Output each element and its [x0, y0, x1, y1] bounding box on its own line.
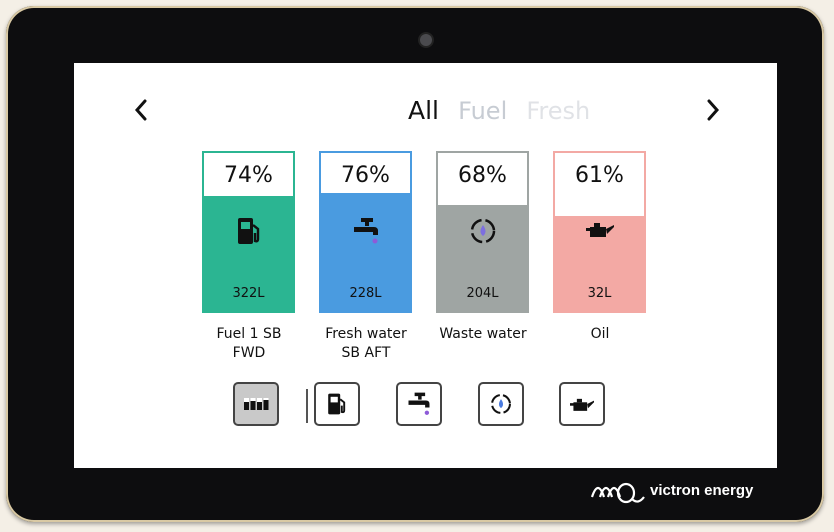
- camera-icon: [420, 34, 432, 46]
- tank-percentage: 68%: [458, 163, 507, 188]
- tank-gauge-waste-water[interactable]: 68% 204L: [436, 151, 529, 313]
- tank-name-line1: Waste water: [439, 326, 527, 342]
- previous-page-button[interactable]: [134, 99, 148, 126]
- tank-percentage: 61%: [575, 163, 624, 188]
- tablet-device: All Fuel Fresh 74% 322L Fuel 1 SB FWD 76…: [6, 6, 824, 522]
- filter-fuel-button[interactable]: [314, 382, 360, 426]
- tank-name-line1: Oil: [590, 326, 610, 342]
- filter-fresh-water-button[interactable]: [396, 382, 442, 426]
- waste-water-icon: [438, 215, 527, 247]
- chevron-left-icon: [134, 99, 147, 121]
- oil-can-icon: [555, 215, 644, 243]
- victron-logo-icon: [590, 482, 645, 504]
- tab-fresh[interactable]: Fresh: [526, 97, 590, 125]
- tank-name-line2: FWD: [232, 345, 266, 361]
- tank-label-oil: Oil: [540, 325, 660, 344]
- filter-waste-water-button[interactable]: [478, 382, 524, 426]
- tank-gauge-oil[interactable]: 61% 32L: [553, 151, 646, 313]
- tank-volume: 322L: [232, 286, 265, 301]
- tank-label-fresh-water: Fresh water SB AFT: [306, 325, 426, 363]
- filter-all-button[interactable]: [233, 382, 279, 426]
- tank-name-line1: Fuel 1 SB: [216, 326, 282, 342]
- brand-logo: victron energy: [588, 473, 753, 507]
- tank-label-waste-water: Waste water: [423, 325, 543, 344]
- filter-divider: [306, 389, 308, 423]
- water-tap-icon: [408, 392, 430, 415]
- fuel-pump-icon: [328, 393, 346, 415]
- tab-fuel[interactable]: Fuel: [458, 97, 507, 125]
- next-page-button[interactable]: [706, 99, 720, 126]
- tank-gauge-fresh-water[interactable]: 76% 228L: [319, 151, 412, 313]
- tank-name-line2: SB AFT: [341, 345, 391, 361]
- tank-percentage: 74%: [224, 163, 273, 188]
- screen: All Fuel Fresh 74% 322L Fuel 1 SB FWD 76…: [74, 63, 777, 468]
- tank-gauge-fuel[interactable]: 74% 322L: [202, 151, 295, 313]
- tank-volume: 32L: [587, 286, 612, 301]
- fuel-pump-icon: [204, 215, 293, 247]
- tab-all[interactable]: All: [408, 96, 439, 125]
- tank-volume: 228L: [349, 286, 382, 301]
- chevron-right-icon: [707, 99, 720, 121]
- filter-oil-button[interactable]: [559, 382, 605, 426]
- brand-name: victron energy: [650, 481, 754, 499]
- oil-can-icon: [570, 398, 594, 411]
- tank-name-line1: Fresh water: [325, 326, 407, 342]
- all-tanks-icon: [244, 398, 269, 410]
- water-tap-icon: [321, 215, 410, 247]
- tank-label-fuel: Fuel 1 SB FWD: [189, 325, 309, 363]
- tank-filter-tabs: All Fuel Fresh: [408, 96, 628, 130]
- tank-percentage: 76%: [341, 163, 390, 188]
- tank-volume: 204L: [466, 286, 499, 301]
- waste-water-icon: [491, 394, 511, 414]
